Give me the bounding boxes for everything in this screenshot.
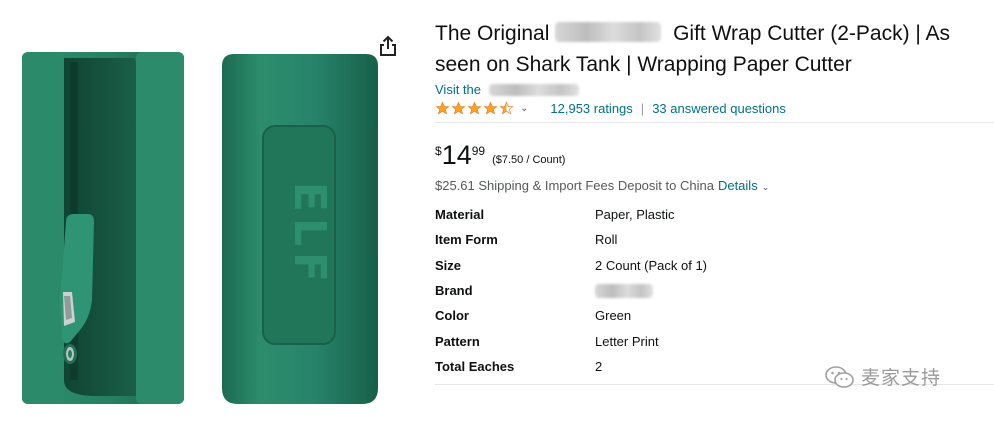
- spec-key: Color: [435, 308, 469, 324]
- spec-key: Total Eaches: [435, 358, 515, 374]
- product-page: ELF The Original Gift Wrap Cutter (2-Pac…: [0, 0, 994, 423]
- wechat-icon: [825, 365, 854, 388]
- logo-embossed-text: ELF: [284, 182, 335, 288]
- share-icon: [380, 35, 396, 56]
- spec-row: Item Form Roll: [435, 227, 707, 252]
- spec-value: Green: [595, 308, 632, 324]
- left-cutter-image: [22, 52, 184, 404]
- redacted-brand-value: [595, 284, 653, 299]
- spec-value: 2 Count (Pack of 1): [595, 257, 707, 273]
- right-cutter-image: ELF: [222, 54, 378, 404]
- spec-row: Brand: [435, 278, 707, 303]
- buybox-region: $ 14 99 ($7.50 / Count) $25.61 Shipping …: [435, 0, 994, 423]
- spec-key: Material: [435, 207, 485, 223]
- spec-value: [595, 278, 707, 303]
- product-specs-table: Material Paper, Plastic Item Form Roll Size 2…: [435, 202, 707, 379]
- spec-key: Item Form: [435, 232, 498, 248]
- spec-row: Material Paper, Plastic: [435, 202, 707, 227]
- details-label: Details: [717, 178, 758, 193]
- spec-value: 2: [595, 358, 603, 374]
- unit-price: ($7.50 / Count): [492, 154, 566, 166]
- price-currency: $: [435, 144, 442, 158]
- shipping-details-link[interactable]: Details ⌄: [718, 178, 769, 193]
- spec-row: Color Green: [435, 303, 707, 328]
- spec-row: Size 2 Count (Pack of 1): [435, 253, 707, 278]
- spec-value: Paper, Plastic: [595, 207, 675, 223]
- product-image[interactable]: ELF: [0, 0, 420, 423]
- watermark-text: 麦家支持: [861, 368, 942, 389]
- share-button[interactable]: [375, 33, 401, 59]
- spec-value: Roll: [595, 232, 618, 248]
- spec-key: Brand: [435, 283, 473, 299]
- watermark: 麦家支持: [825, 363, 941, 390]
- spec-row: Pattern Letter Print: [435, 328, 707, 353]
- price-block: $ 14 99 ($7.50 / Count): [435, 140, 565, 170]
- spec-value: Letter Print: [595, 333, 659, 349]
- spec-key: Pattern: [435, 333, 480, 349]
- shipping-info: $25.61 Shipping & Import Fees Deposit to…: [435, 178, 769, 193]
- shipping-text: $25.61 Shipping & Import Fees Deposit to…: [435, 178, 714, 193]
- price-whole: 14: [441, 140, 472, 170]
- price-fraction: 99: [471, 144, 486, 158]
- spec-key: Size: [435, 257, 462, 273]
- spec-row: Total Eaches 2: [435, 354, 707, 379]
- chevron-down-icon: ⌄: [761, 182, 770, 192]
- product-image-gallery[interactable]: ELF: [0, 0, 420, 423]
